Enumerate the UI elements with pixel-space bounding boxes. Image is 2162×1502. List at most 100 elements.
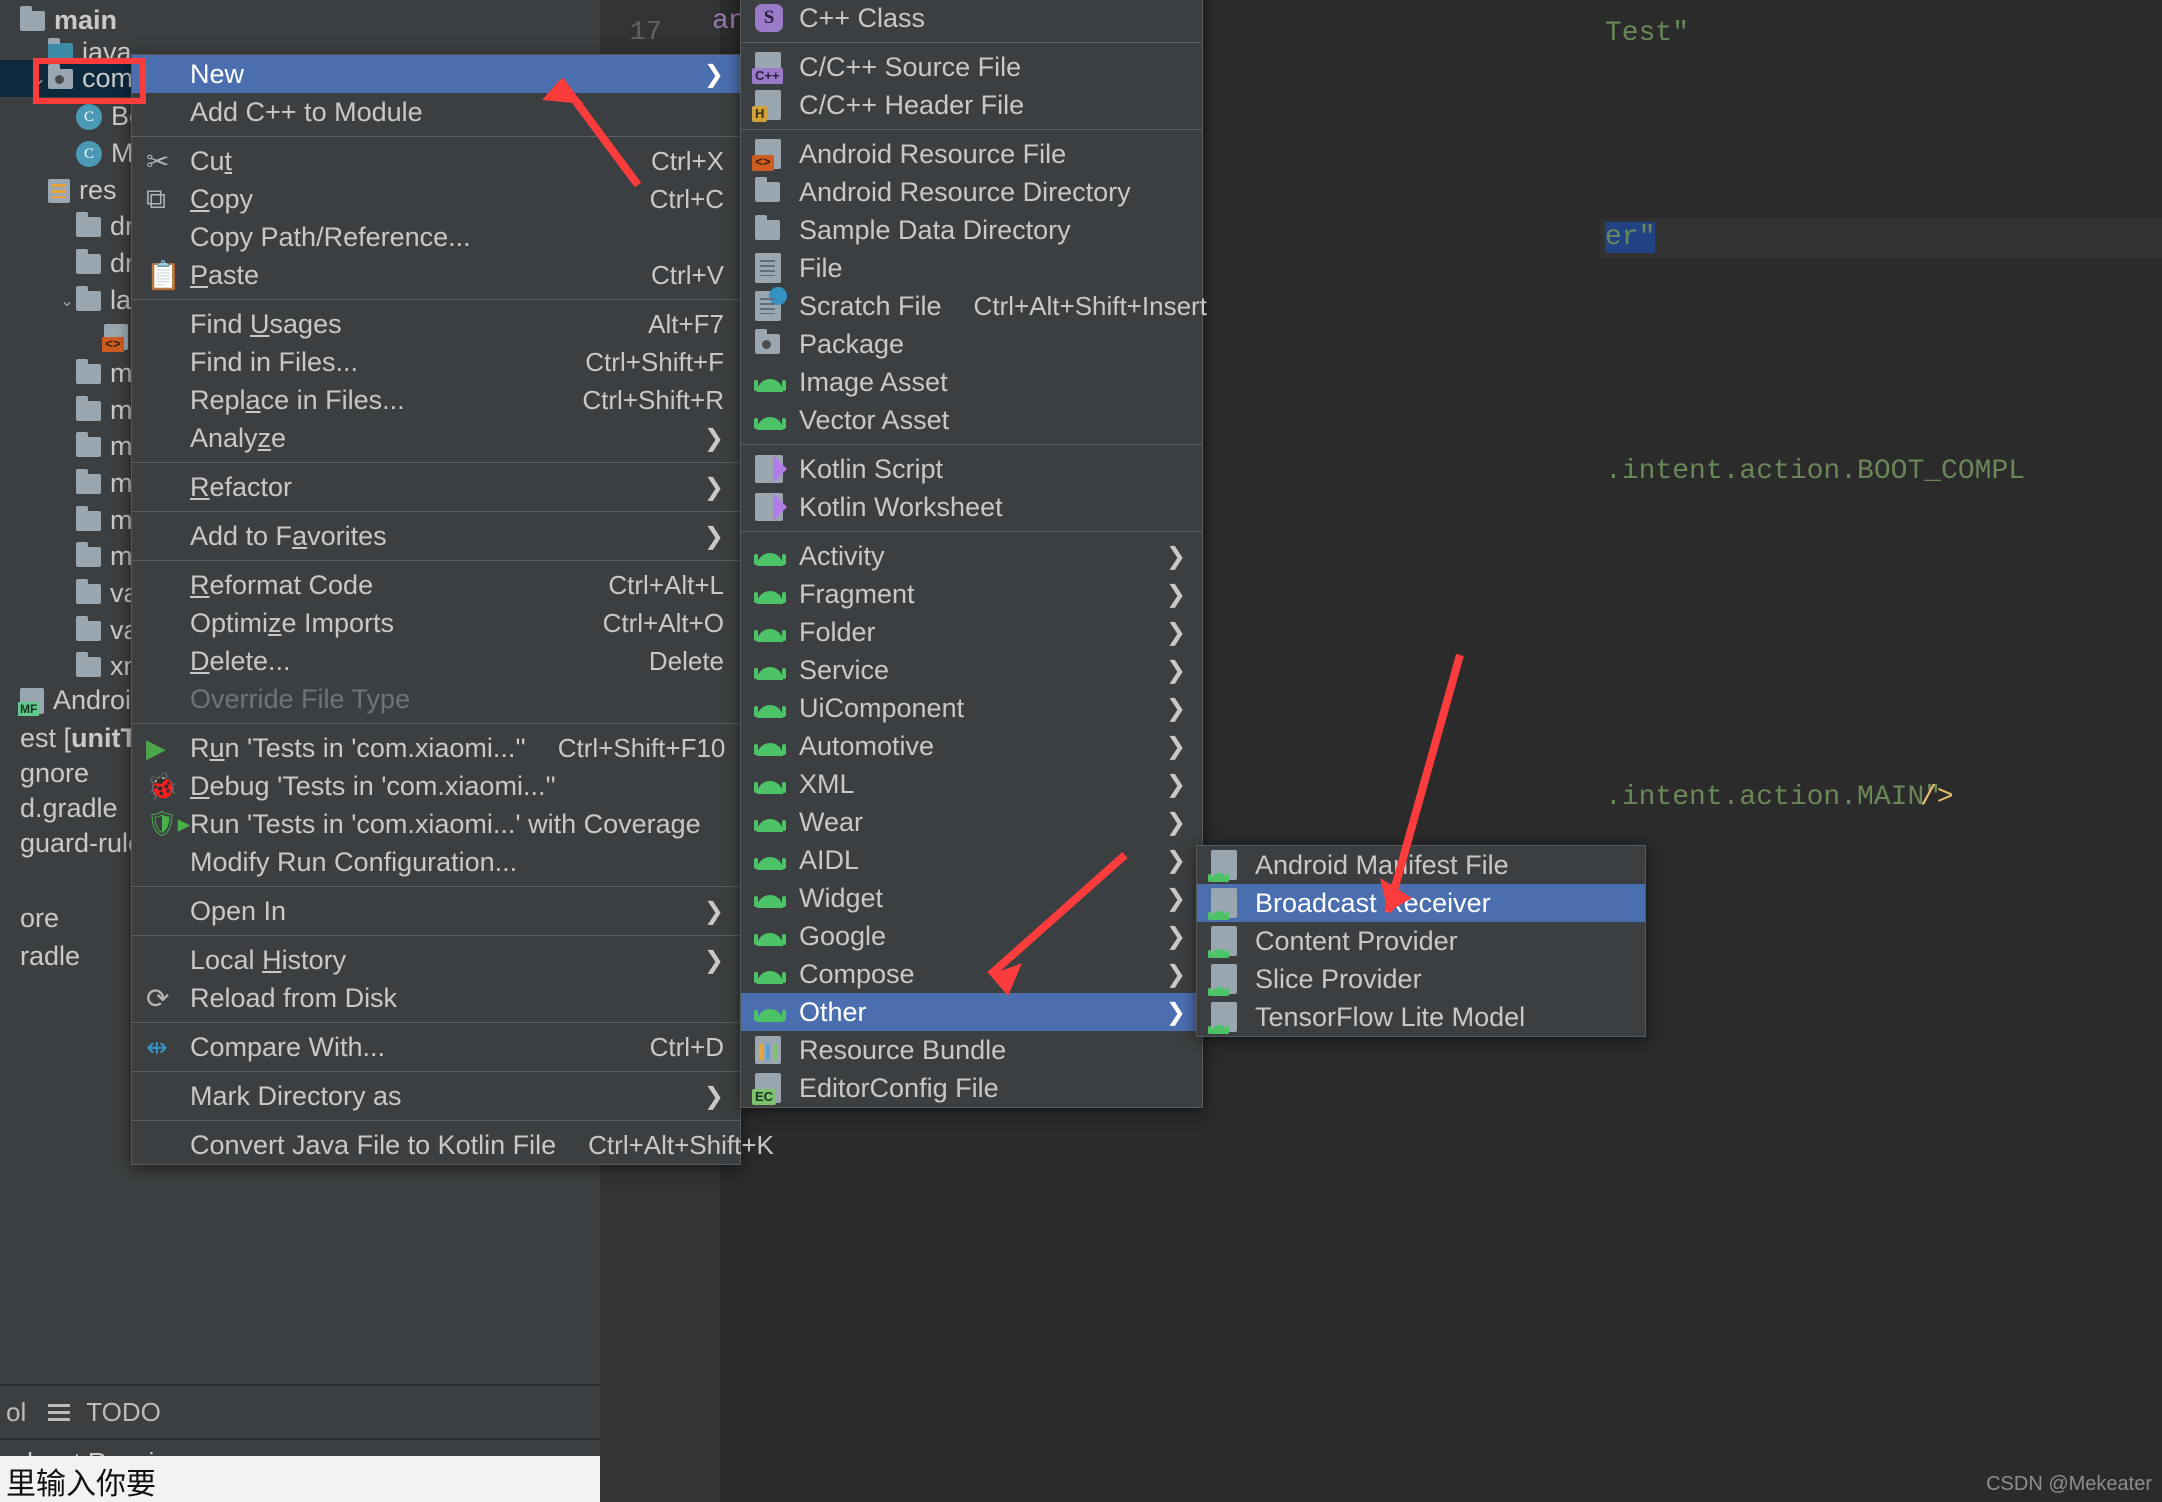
chevron-right-icon[interactable]: ❯ [1166, 694, 1186, 722]
menu-item-android-resource-file[interactable]: <> Android Resource File [741, 135, 1202, 173]
chevron-right-icon[interactable]: ❯ [1166, 618, 1186, 646]
menu-item-kotlin-script[interactable]: Kotlin Script [741, 450, 1202, 488]
menu-item-refactor[interactable]: Refactor ❯ [132, 468, 740, 506]
menu-item-analyze[interactable]: Analyze ❯ [132, 419, 740, 457]
menu-item-aidl[interactable]: AIDL ❯ [741, 841, 1202, 879]
chevron-right-icon[interactable]: ❯ [704, 522, 724, 550]
menu-item-resource-bundle[interactable]: Resource Bundle [741, 1031, 1202, 1069]
line-number: 17 [629, 18, 662, 48]
menu-item-c-c-header-file[interactable]: H C/C++ Header File [741, 86, 1202, 124]
tree-item-res[interactable]: res [0, 172, 117, 209]
menu-item-cut[interactable]: ✂ Cut Ctrl+X [132, 142, 740, 180]
tree-item-xml[interactable]: xml [0, 648, 152, 685]
menu-item-scratch-file[interactable]: Scratch File Ctrl+Alt+Shift+Insert [741, 287, 1207, 325]
tree-item-radle[interactable]: radle [0, 938, 80, 975]
menu-item-convert-java-file-to-kotlin-file[interactable]: Convert Java File to Kotlin File Ctrl+Alt… [132, 1126, 774, 1164]
menu-item-modify-run-configuration[interactable]: Modify Run Configuration... [132, 843, 740, 881]
menu-item-image-asset[interactable]: Image Asset [741, 363, 1202, 401]
chevron-right-icon[interactable]: ❯ [1166, 922, 1186, 950]
menu-item-shortcut: Alt+F7 [648, 308, 724, 339]
menu-item-label: Convert Java File to Kotlin File [190, 1129, 557, 1160]
menu-item-copy-path-reference[interactable]: Copy Path/Reference... [132, 218, 740, 256]
menu-item-content-provider[interactable]: Content Provider [1197, 922, 1645, 960]
chevron-right-icon[interactable]: ❯ [1166, 770, 1186, 798]
menu-item-run-tests-in-com-xiaomi[interactable]: ▶ Run 'Tests in 'com.xiaomi...'' Ctrl+Shif… [132, 729, 740, 767]
context-menu[interactable]: New ❯ Add C++ to Module ✂ Cut Ctrl+X ⧉ Copy Ctrl… [131, 54, 774, 1165]
chevron-right-icon[interactable]: ❯ [1166, 808, 1186, 836]
menu-item-editorconfig-file[interactable]: EC EditorConfig File [741, 1069, 1202, 1107]
menu-item-new[interactable]: New ❯ [132, 55, 740, 93]
menu-item-vector-asset[interactable]: Vector Asset [741, 401, 1202, 439]
chevron-right-icon[interactable]: ❯ [704, 1082, 724, 1110]
menu-item-wear[interactable]: Wear ❯ [741, 803, 1202, 841]
menu-item-replace-in-files[interactable]: Replace in Files... Ctrl+Shift+R [132, 381, 740, 419]
menu-item-compare-with[interactable]: ⇹ Compare With... Ctrl+D [132, 1028, 740, 1066]
menu-item-open-in[interactable]: Open In ❯ [132, 892, 740, 930]
tool-tab-label[interactable]: ol [6, 1397, 26, 1428]
menu-item-sample-data-directory[interactable]: Sample Data Directory [741, 211, 1202, 249]
menu-item-reload-from-disk[interactable]: ⟳ Reload from Disk [132, 979, 740, 1017]
menu-item-slice-provider[interactable]: Slice Provider [1197, 960, 1645, 998]
menu-item-find-in-files[interactable]: Find in Files... Ctrl+Shift+F [132, 343, 740, 381]
chevron-right-icon[interactable]: ❯ [704, 473, 724, 501]
menu-item-widget[interactable]: Widget ❯ [741, 879, 1202, 917]
menu-item-add-to-favorites[interactable]: Add to Favorites ❯ [132, 517, 740, 555]
tab-todo[interactable]: TODO [86, 1397, 161, 1428]
chevron-right-icon[interactable]: ❯ [1166, 656, 1186, 684]
chevron-right-icon[interactable]: ❯ [1166, 846, 1186, 874]
menu-item-tensorflow-lite-model[interactable]: TensorFlow Lite Model [1197, 998, 1645, 1036]
menu-item-fragment[interactable]: Fragment ❯ [741, 575, 1202, 613]
menu-item-debug-tests-in-com-xiaomi[interactable]: 🐞 Debug 'Tests in 'com.xiaomi...'' [132, 767, 740, 805]
chevron-right-icon[interactable]: ❯ [1166, 732, 1186, 760]
new-submenu[interactable]: Kotlin Class/FileSC++ ClassC++C/C++ Sour… [740, 0, 1207, 1108]
menu-item-shortcut: Ctrl+Shift+F [585, 346, 724, 377]
menu-item-optimize-imports[interactable]: Optimize Imports Ctrl+Alt+O [132, 604, 740, 642]
menu-item-local-history[interactable]: Local History ❯ [132, 941, 740, 979]
menu-item-service[interactable]: Service ❯ [741, 651, 1202, 689]
chevron-right-icon[interactable]: ❯ [1166, 542, 1186, 570]
menu-item-activity[interactable]: Activity ❯ [741, 537, 1202, 575]
other-submenu[interactable]: Android Manifest File Broadcast Receiver C… [1196, 845, 1646, 1037]
menu-icon-placeholder [146, 684, 190, 714]
chevron-right-icon[interactable]: ❯ [1166, 998, 1186, 1026]
menu-item-copy[interactable]: ⧉ Copy Ctrl+C [132, 180, 740, 218]
chevron-right-icon[interactable]: ❯ [704, 946, 724, 974]
menu-item-compose[interactable]: Compose ❯ [741, 955, 1202, 993]
chevron-right-icon[interactable]: ❯ [704, 60, 724, 88]
menu-item-file[interactable]: File [741, 249, 1202, 287]
chevron-right-icon[interactable]: ❯ [1166, 960, 1186, 988]
chevron-right-icon[interactable]: ❯ [1166, 580, 1186, 608]
menu-item-add-c-to-module[interactable]: Add C++ to Module [132, 93, 740, 131]
chevron-right-icon[interactable]: ❯ [1166, 884, 1186, 912]
menu-item-android-resource-directory[interactable]: Android Resource Directory [741, 173, 1202, 211]
folder-icon [76, 395, 101, 421]
menu-item-folder[interactable]: Folder ❯ [741, 613, 1202, 651]
chevron-right-icon[interactable]: ❯ [704, 897, 724, 925]
menu-item-run-tests-in-com-xiaomi-with-coverage[interactable]: 🛡▸ Run 'Tests in 'com.xiaomi...' with Cov… [132, 805, 740, 843]
menu-item-paste[interactable]: 📋 Paste Ctrl+V [132, 256, 740, 294]
menu-item-other[interactable]: Other ❯ [741, 993, 1202, 1031]
menu-item-find-usages[interactable]: Find Usages Alt+F7 [132, 305, 740, 343]
menu-item-google[interactable]: Google ❯ [741, 917, 1202, 955]
menu-separator [741, 129, 1202, 130]
tree-item-d-gradle[interactable]: d.gradle [0, 790, 118, 827]
chevron-down-icon[interactable]: ⌄ [58, 291, 76, 311]
menu-item-c-c-source-file[interactable]: C++ C/C++ Source File [741, 48, 1202, 86]
chevron-right-icon[interactable]: ❯ [704, 424, 724, 452]
menu-item-package[interactable]: Package [741, 325, 1202, 363]
menu-item-delete[interactable]: Delete... Delete [132, 642, 740, 680]
menu-item-broadcast-receiver[interactable]: Broadcast Receiver [1197, 884, 1645, 922]
bottom-tool-tabs[interactable]: ol TODO [0, 1384, 600, 1440]
tree-item-ore[interactable]: ore [0, 900, 59, 937]
menu-item-automotive[interactable]: Automotive ❯ [741, 727, 1202, 765]
menu-item-xml[interactable]: XML ❯ [741, 765, 1202, 803]
menu-item-c-class[interactable]: S C++ Class [741, 0, 1202, 37]
menu-item-mark-directory-as[interactable]: Mark Directory as ❯ [132, 1077, 740, 1115]
menu-item-kotlin-worksheet[interactable]: Kotlin Worksheet [741, 488, 1202, 526]
menu-item-uicomponent[interactable]: UiComponent ❯ [741, 689, 1202, 727]
search-input[interactable]: 里输入你要 [0, 1456, 600, 1502]
menu-item-reformat-code[interactable]: Reformat Code Ctrl+Alt+L [132, 566, 740, 604]
tree-item-gnore[interactable]: gnore [0, 755, 89, 792]
menu-item-android-manifest-file[interactable]: Android Manifest File [1197, 846, 1645, 884]
compare-icon: ⇹ [146, 1031, 168, 1062]
